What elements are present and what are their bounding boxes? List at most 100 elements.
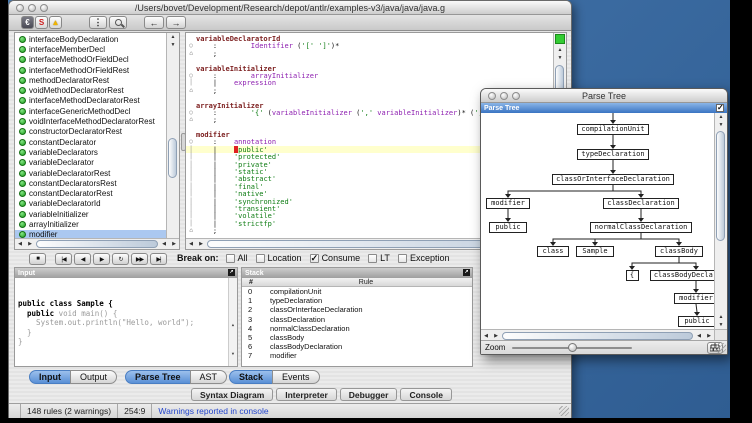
checkbox-unchecked-icon[interactable] — [256, 254, 265, 263]
sidebar-rule-voidInterfaceMethodDeclaratorRest[interactable]: voidInterfaceMethodDeclaratorRest — [15, 116, 166, 126]
scroll-right-icon[interactable]: ▶ — [196, 240, 206, 248]
go-to-end-button[interactable]: ▶| — [150, 253, 167, 265]
scroll-down-icon[interactable]: ▼ — [715, 121, 727, 129]
gutter-icon[interactable]: │ — [186, 220, 196, 227]
tree-node-typeDeclaration[interactable]: typeDeclaration — [577, 149, 649, 160]
scroll-up-icon[interactable]: ▲ — [715, 313, 727, 321]
tab-output[interactable]: Output — [70, 370, 117, 384]
parse-tree-panel-header[interactable]: Parse Tree ✓ — [481, 103, 727, 113]
sidebar-rule-voidMethodDeclaratorRest[interactable]: voidMethodDeclaratorRest — [15, 85, 166, 95]
sidebar-rule-interfaceMethodOrFieldRest[interactable]: interfaceMethodOrFieldRest — [15, 65, 166, 75]
tree-node-classBodyDeclaration[interactable]: classBodyDeclaration — [650, 270, 714, 281]
rule-start-marker-icon[interactable]: ○ — [186, 109, 196, 116]
step-over-button[interactable]: ↻ — [112, 253, 129, 265]
tab-ast[interactable]: AST — [190, 370, 228, 384]
rule-end-marker-icon[interactable]: ⌂ — [186, 50, 196, 57]
stack-panel-header[interactable]: Stack ↗ — [242, 268, 472, 278]
detach-panel-icon[interactable]: ↗ — [463, 269, 470, 276]
break-on-location[interactable]: Location — [256, 253, 302, 263]
status-warning-message[interactable]: Warnings reported in console — [152, 404, 274, 418]
scroll-left-icon[interactable]: ◀ — [159, 240, 169, 248]
break-on-exception[interactable]: Exception — [398, 253, 450, 263]
tree-node-lbrace[interactable]: { — [626, 270, 639, 281]
gutter-icon[interactable]: │ — [186, 79, 196, 86]
sidebar-rule-variableInitializer[interactable]: variableInitializer — [15, 209, 166, 219]
rule-list-hscrollbar[interactable]: ◀ ▶ ◀ ▶ — [15, 238, 179, 249]
view-tab-debugger[interactable]: Debugger — [340, 388, 398, 401]
zoom-button[interactable] — [40, 4, 48, 12]
stack-row[interactable]: 4normalClassDeclaration — [242, 324, 472, 333]
rule-list-vscrollbar[interactable]: ▲ ▼ — [166, 33, 179, 238]
tree-node-public2[interactable]: public — [678, 316, 714, 327]
break-on-all[interactable]: All — [226, 253, 248, 263]
sidebar-rule-constantDeclaratorRest[interactable]: constantDeclaratorRest — [15, 188, 166, 198]
tree-vscrollbar[interactable]: ▲ ▼ ▲ ▼ — [714, 113, 727, 329]
sidebar-rule-interfaceMemberDecl[interactable]: interfaceMemberDecl — [15, 44, 166, 54]
tree-node-Sample[interactable]: Sample — [576, 246, 614, 257]
sidebar-rule-variableDeclarators[interactable]: variableDeclarators — [15, 147, 166, 157]
scroll-thumb[interactable] — [168, 138, 177, 178]
zoom-button[interactable] — [512, 92, 520, 100]
scroll-left-icon[interactable]: ◀ — [481, 332, 491, 340]
close-button[interactable] — [488, 92, 496, 100]
fast-forward-button[interactable]: ▶▶ — [131, 253, 148, 265]
stack-row[interactable]: 6classBodyDeclaration — [242, 342, 472, 351]
step-forward-button[interactable]: ▶ — [93, 253, 110, 265]
sidebar-rule-interfaceBodyDeclaration[interactable]: interfaceBodyDeclaration — [15, 34, 166, 44]
scroll-down-icon[interactable]: ▼ — [715, 321, 727, 329]
scroll-up-icon[interactable]: ▲ — [167, 33, 179, 41]
gutter-icon[interactable]: │ — [186, 161, 196, 168]
scroll-up-icon[interactable]: ▲ — [715, 113, 727, 121]
scroll-right-icon[interactable]: ▶ — [704, 332, 714, 340]
grammar-check-badge[interactable]: € — [21, 16, 34, 29]
back-button[interactable]: ← — [144, 16, 164, 29]
stack-row[interactable]: 0compilationUnit — [242, 287, 472, 296]
view-tab-console[interactable]: Console — [400, 388, 452, 401]
sidebar-rule-methodDeclaratorRest[interactable]: methodDeclaratorRest — [15, 75, 166, 85]
gutter-icon[interactable]: │ — [186, 198, 196, 205]
editor-line[interactable] — [186, 57, 553, 64]
gutter-icon[interactable]: │ — [186, 190, 196, 197]
break-on-consume[interactable]: ✓Consume — [310, 253, 361, 263]
sidebar-rule-interfaceMethodDeclaratorRest[interactable]: interfaceMethodDeclaratorRest — [15, 96, 166, 106]
detach-panel-icon[interactable]: ↗ — [228, 269, 235, 276]
view-tab-interpreter[interactable]: Interpreter — [276, 388, 337, 401]
tab-events[interactable]: Events — [272, 370, 320, 384]
scroll-right-icon[interactable]: ▶ — [491, 332, 501, 340]
find-button[interactable] — [109, 16, 127, 29]
tree-canvas[interactable]: compilationUnittypeDeclarationclassOrInt… — [481, 113, 714, 329]
tab-parse-tree[interactable]: Parse Tree — [125, 370, 191, 384]
rule-end-marker-icon[interactable]: ⌂ — [186, 227, 196, 234]
main-titlebar[interactable]: /Users/bovet/Development/Research/depot/… — [9, 1, 571, 15]
tree-node-normalClassDeclaration[interactable]: normalClassDeclaration — [590, 222, 692, 233]
sidebar-rule-arrayInitializer[interactable]: arrayInitializer — [15, 219, 166, 229]
gutter-icon[interactable]: │ — [186, 153, 196, 160]
scroll-left-icon[interactable]: ◀ — [186, 240, 196, 248]
syntax-error-badge[interactable]: S — [35, 16, 48, 29]
input-code[interactable]: public class Sample { public void main()… — [15, 278, 237, 367]
scroll-up-icon[interactable]: ▲ — [554, 46, 566, 54]
parse-tree-titlebar[interactable]: Parse Tree — [481, 89, 727, 103]
gutter-icon[interactable]: │ — [186, 175, 196, 182]
sidebar-rule-variableDeclaratorRest[interactable]: variableDeclaratorRest — [15, 168, 166, 178]
stack-row[interactable]: 3classDeclaration — [242, 315, 472, 324]
tree-node-classBody[interactable]: classBody — [655, 246, 703, 257]
stack-row[interactable]: 7modifier — [242, 351, 472, 360]
checkbox-unchecked-icon[interactable] — [226, 254, 235, 263]
tree-node-modifier[interactable]: modifier — [486, 198, 530, 209]
forward-button[interactable]: → — [166, 16, 186, 29]
scroll-down-icon[interactable]: ▼ — [229, 349, 237, 359]
scroll-down-icon[interactable]: ▼ — [554, 54, 566, 62]
checkbox-unchecked-icon[interactable] — [398, 254, 407, 263]
scroll-left-icon[interactable]: ◀ — [694, 332, 704, 340]
scroll-right-icon[interactable]: ▶ — [25, 240, 35, 248]
view-tab-syntax-diagram[interactable]: Syntax Diagram — [191, 388, 273, 401]
rule-start-marker-icon[interactable]: ○ — [186, 138, 196, 145]
stack-row[interactable]: 5classBody — [242, 333, 472, 342]
minimize-button[interactable] — [28, 4, 36, 12]
scroll-down-icon[interactable]: ▼ — [167, 41, 179, 49]
sidebar-rule-modifier[interactable]: modifier — [15, 230, 166, 238]
checkbox-checked-icon[interactable]: ✓ — [310, 254, 319, 263]
scroll-thumb[interactable] — [716, 131, 725, 241]
sidebar-rule-constructorDeclaratorRest[interactable]: constructorDeclaratorRest — [15, 127, 166, 137]
